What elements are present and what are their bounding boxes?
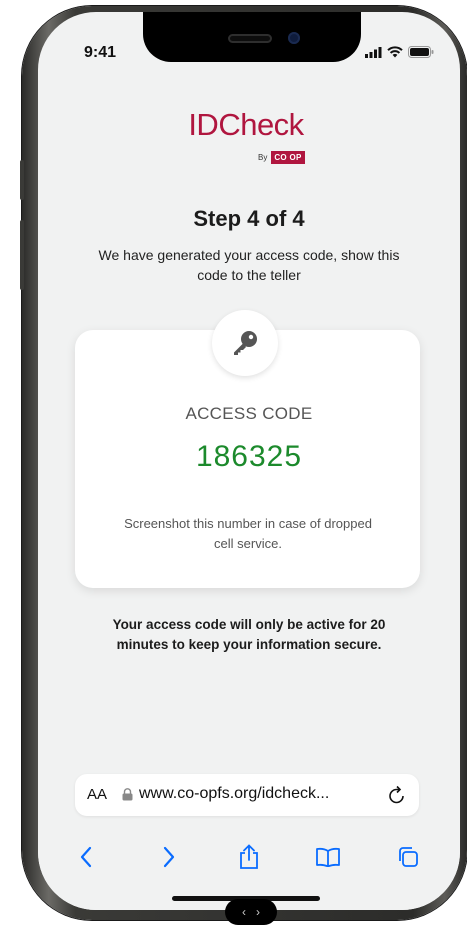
browser-nav-row (38, 839, 460, 879)
logo-byline: By CO OP (258, 151, 305, 164)
reader-settings-button[interactable]: AA (87, 786, 107, 803)
reload-icon[interactable] (387, 784, 407, 806)
step-description: We have generated your access code, show… (98, 247, 400, 283)
battery-icon (408, 46, 434, 58)
forward-icon (163, 846, 175, 868)
status-bar: 9:41 (38, 12, 460, 82)
status-time: 9:41 (84, 44, 117, 61)
back-button[interactable] (66, 839, 106, 875)
chevron-left-icon[interactable]: ‹ (242, 905, 246, 919)
share-button[interactable] (229, 839, 269, 875)
step-title: Step 4 of 4 (193, 206, 305, 231)
aa-label: AA (87, 786, 108, 803)
expiry-notice: Your access code will only be active for… (112, 617, 386, 652)
notch (143, 12, 361, 62)
key-badge (212, 310, 278, 376)
access-code-label: ACCESS CODE (185, 404, 313, 423)
forward-button[interactable] (149, 839, 189, 875)
tabs-button[interactable] (388, 839, 428, 875)
volume-button (20, 160, 24, 200)
url-text[interactable]: www.co-opfs.org/idcheck... (139, 785, 329, 803)
speaker (228, 34, 272, 43)
address-bar[interactable]: AA www.co-opfs.org/idcheck... (75, 774, 419, 816)
bookmarks-icon (316, 847, 340, 867)
logo-wordmark: IDCheck (188, 107, 304, 142)
back-icon (80, 846, 92, 868)
key-icon (234, 331, 257, 355)
lock-icon (122, 788, 133, 801)
status-icons (365, 46, 434, 58)
camera (288, 32, 300, 44)
screenshot-note: Screenshot this number in case of droppe… (124, 516, 372, 551)
share-icon (240, 844, 258, 869)
access-code-value: 186325 (195, 440, 303, 473)
safari-toolbar: AA www.co-opfs.org/idcheck... (38, 759, 460, 910)
logo-by-text: By (258, 153, 268, 162)
phone-screen: 9:41 IDCheck By CO OP Step 4 of 4 We hav… (38, 12, 460, 910)
idcheck-logo: IDCheck By CO OP (176, 107, 316, 164)
coop-brand-badge: CO OP (271, 151, 305, 164)
chevron-right-icon[interactable]: › (256, 905, 260, 919)
tabs-icon (399, 847, 418, 867)
screenshot-nav-pill[interactable]: ‹ › (225, 899, 277, 925)
bookmarks-button[interactable] (308, 839, 348, 875)
volume-button (20, 220, 24, 290)
wifi-icon (387, 46, 403, 58)
signal-icon (365, 46, 382, 58)
